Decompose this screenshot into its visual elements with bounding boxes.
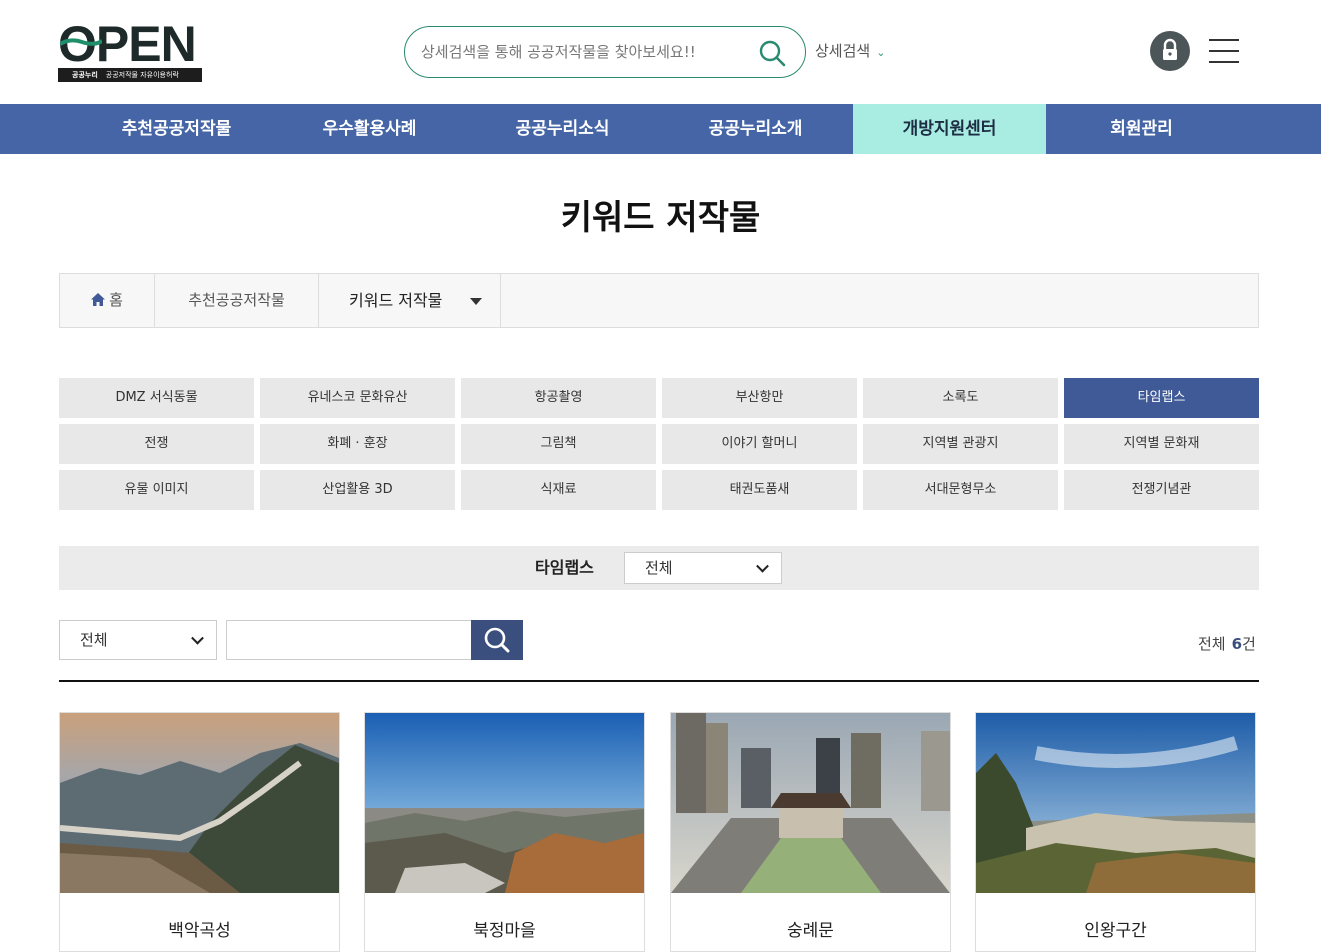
global-search: [404, 26, 806, 78]
logo[interactable]: OPEN 공공누리 공공저작물 자유이용허락: [58, 18, 204, 82]
sub-filter-label: 타임랩스: [535, 558, 594, 577]
search-icon: [484, 627, 510, 653]
home-icon: [91, 293, 106, 306]
total-count: 전체 6건: [1198, 633, 1256, 654]
total-number: 6: [1231, 635, 1243, 653]
card-image: [60, 713, 339, 893]
keyword-unesco[interactable]: 유네스코 문화유산: [260, 378, 455, 418]
keyword-regional-tourism[interactable]: 지역별 관광지: [863, 424, 1058, 464]
keyword-timelapse[interactable]: 타임랩스: [1064, 378, 1259, 418]
keyword-taekwondo[interactable]: 태권도품새: [662, 470, 857, 510]
sub-filter-bar: 타임랩스 전체: [59, 546, 1259, 590]
total-label: 전체: [1198, 635, 1226, 653]
caret-down-icon: [470, 298, 482, 305]
breadcrumb: 홈 추천공공저작물 키워드 저작물: [59, 273, 1259, 328]
sub-filter-select[interactable]: 전체: [624, 552, 782, 584]
search-category-selected: 전체: [80, 631, 108, 649]
keyword-ingredients[interactable]: 식재료: [461, 470, 656, 510]
main-nav: 추천공공저작물 우수활용사례 공공누리소식 공공누리소개 개방지원센터 회원관리: [0, 104, 1321, 154]
menu-icon[interactable]: [1209, 39, 1239, 63]
keyword-picturebook[interactable]: 그림책: [461, 424, 656, 464]
breadcrumb-level1[interactable]: 추천공공저작물: [155, 274, 319, 327]
breadcrumb-level2-label: 키워드 저작물: [349, 291, 443, 310]
nav-item-about[interactable]: 공공누리소개: [659, 104, 852, 154]
keyword-seodaemun-prison[interactable]: 서대문형무소: [863, 470, 1058, 510]
keyword-busan-port[interactable]: 부산항만: [662, 378, 857, 418]
card-title: 백악곡성: [168, 921, 231, 941]
nav-item-news[interactable]: 공공누리소식: [466, 104, 659, 154]
keyword-search-button[interactable]: [471, 620, 523, 660]
lock-icon: [1163, 38, 1177, 60]
card-item[interactable]: 북정마을: [364, 712, 645, 952]
card-title: 숭례문: [787, 921, 834, 941]
keyword-currency-medals[interactable]: 화폐 · 훈장: [260, 424, 455, 464]
keyword-story-grandma[interactable]: 이야기 할머니: [662, 424, 857, 464]
page-title: 키워드 저작물: [560, 198, 761, 238]
keyword-dmz[interactable]: DMZ 서식동물: [59, 378, 254, 418]
keyword-aerial[interactable]: 항공촬영: [461, 378, 656, 418]
card-item[interactable]: 인왕구간: [975, 712, 1256, 952]
keyword-search-input[interactable]: [226, 620, 472, 660]
chevron-down-icon: [191, 631, 204, 645]
logo-tagline: 공공누리 공공저작물 자유이용허락: [58, 68, 202, 82]
header: OPEN 공공누리공공저작물 자유이용허락 상세검색 ⌄: [0, 0, 1321, 104]
logo-swoosh-icon: [60, 38, 102, 46]
breadcrumb-home[interactable]: 홈: [60, 274, 155, 327]
detail-search-label: 상세검색: [815, 42, 871, 60]
sub-filter-selected: 전체: [645, 559, 673, 577]
nav-item-recommended[interactable]: 추천공공저작물: [80, 104, 273, 154]
card-image: [365, 713, 644, 893]
card-item[interactable]: 백악곡성: [59, 712, 340, 952]
search-icon[interactable]: [757, 38, 787, 68]
card-title: 북정마을: [473, 921, 536, 941]
card-title: 인왕구간: [1084, 921, 1147, 941]
keyword-sorokdo[interactable]: 소록도: [863, 378, 1058, 418]
global-search-input[interactable]: [421, 39, 741, 65]
card-image: [976, 713, 1255, 893]
breadcrumb-home-label: 홈: [109, 291, 123, 309]
detail-search-toggle[interactable]: 상세검색 ⌄: [815, 40, 885, 61]
nav-item-best-cases[interactable]: 우수활용사례: [273, 104, 466, 154]
list-divider: [59, 680, 1259, 682]
chevron-down-icon: [756, 559, 769, 573]
nav-item-members[interactable]: 회원관리: [1045, 104, 1238, 154]
search-category-select[interactable]: 전체: [59, 620, 217, 660]
chevron-down-icon: ⌄: [876, 46, 886, 59]
keyword-war[interactable]: 전쟁: [59, 424, 254, 464]
keyword-regional-heritage[interactable]: 지역별 문화재: [1064, 424, 1259, 464]
card-image: [671, 713, 950, 893]
breadcrumb-level2-dropdown[interactable]: 키워드 저작물: [319, 274, 501, 327]
keyword-war-memorial[interactable]: 전쟁기념관: [1064, 470, 1259, 510]
keyword-industrial-3d[interactable]: 산업활용 3D: [260, 470, 455, 510]
nav-item-support-center[interactable]: 개방지원센터: [853, 104, 1046, 154]
total-unit: 건: [1242, 635, 1256, 653]
login-button[interactable]: [1150, 31, 1190, 71]
keyword-relic-images[interactable]: 유물 이미지: [59, 470, 254, 510]
card-item[interactable]: 숭례문: [670, 712, 951, 952]
